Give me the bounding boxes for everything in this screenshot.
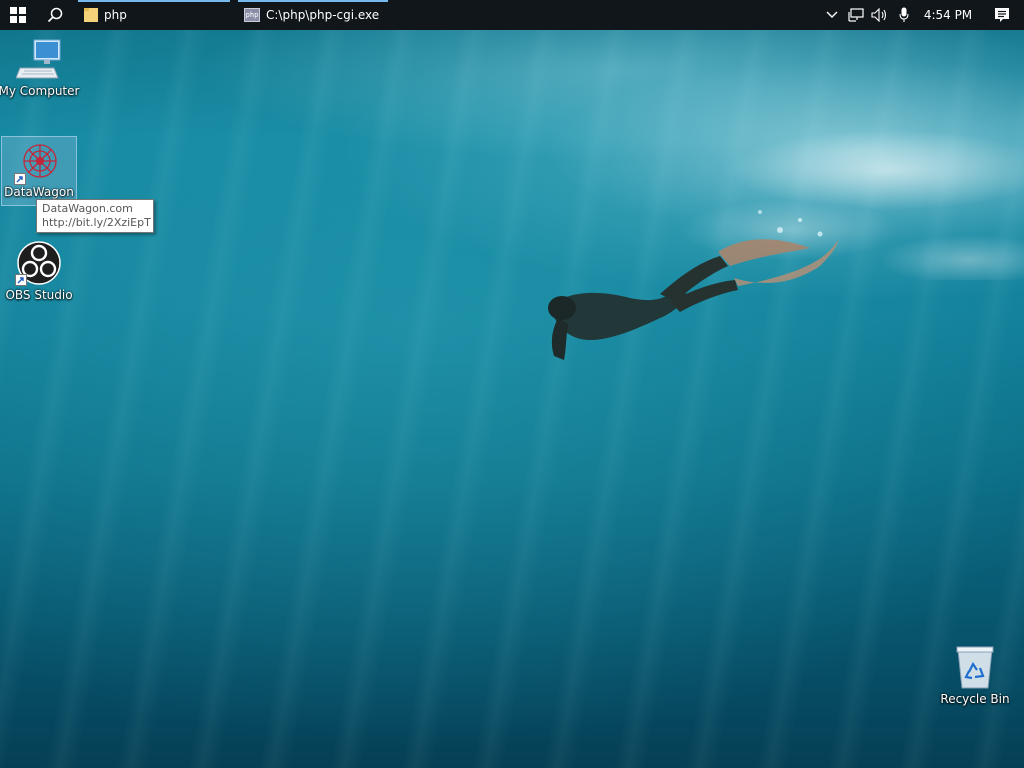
windows-logo-icon	[10, 7, 26, 23]
show-hidden-icons-button[interactable]	[820, 0, 844, 30]
desktop-wallpaper	[0, 0, 1024, 768]
computer-icon	[16, 39, 61, 79]
network-button[interactable]	[844, 0, 868, 30]
desktop-icon-label: My Computer	[0, 84, 80, 98]
desktop-icon-label: DataWagon	[4, 185, 74, 199]
taskbar: php php C:\php\php-cgi.exe 4:54 PM	[0, 0, 1024, 30]
start-button[interactable]	[0, 0, 36, 30]
volume-icon	[871, 8, 887, 22]
search-button[interactable]	[36, 0, 74, 30]
desktop-icon-label: OBS Studio	[5, 288, 73, 302]
action-center-button[interactable]	[980, 0, 1024, 30]
tooltip-line-1: DataWagon.com	[42, 202, 133, 215]
desktop-icon-datawagon[interactable]: DataWagon	[1, 136, 77, 206]
taskbar-app-label: php	[104, 8, 127, 22]
freediver-image	[548, 210, 838, 360]
system-tray: 4:54 PM	[820, 0, 1024, 30]
php-app-icon: php	[244, 8, 260, 22]
chevron-up-icon	[826, 11, 838, 18]
recycle-bin-icon	[956, 646, 994, 689]
desktop-icon-label: Recycle Bin	[940, 692, 1010, 706]
volume-button[interactable]	[868, 0, 892, 30]
taskbar-app-php-cgi[interactable]: php C:\php\php-cgi.exe	[238, 0, 388, 30]
microphone-button[interactable]	[892, 0, 916, 30]
taskbar-clock[interactable]: 4:54 PM	[916, 8, 980, 22]
datawagon-tooltip: DataWagon.com http://bit.ly/2XziEpT	[36, 199, 154, 233]
taskbar-app-label: C:\php\php-cgi.exe	[266, 8, 380, 22]
desktop-icon-recycle-bin[interactable]: Recycle Bin	[937, 644, 1013, 714]
search-icon	[47, 7, 63, 23]
shortcut-arrow-icon	[15, 274, 27, 286]
taskbar-app-php-folder[interactable]: php	[78, 0, 230, 30]
desktop-icon-obs-studio[interactable]: OBS Studio	[1, 240, 77, 308]
folder-icon	[84, 8, 98, 22]
shortcut-arrow-icon	[14, 173, 26, 185]
network-icon	[848, 8, 864, 22]
microphone-icon	[899, 7, 909, 22]
desktop-icon-my-computer[interactable]: My Computer	[0, 38, 80, 106]
tooltip-line-2: http://bit.ly/2XziEpT	[42, 216, 151, 229]
notification-icon	[995, 8, 1009, 22]
